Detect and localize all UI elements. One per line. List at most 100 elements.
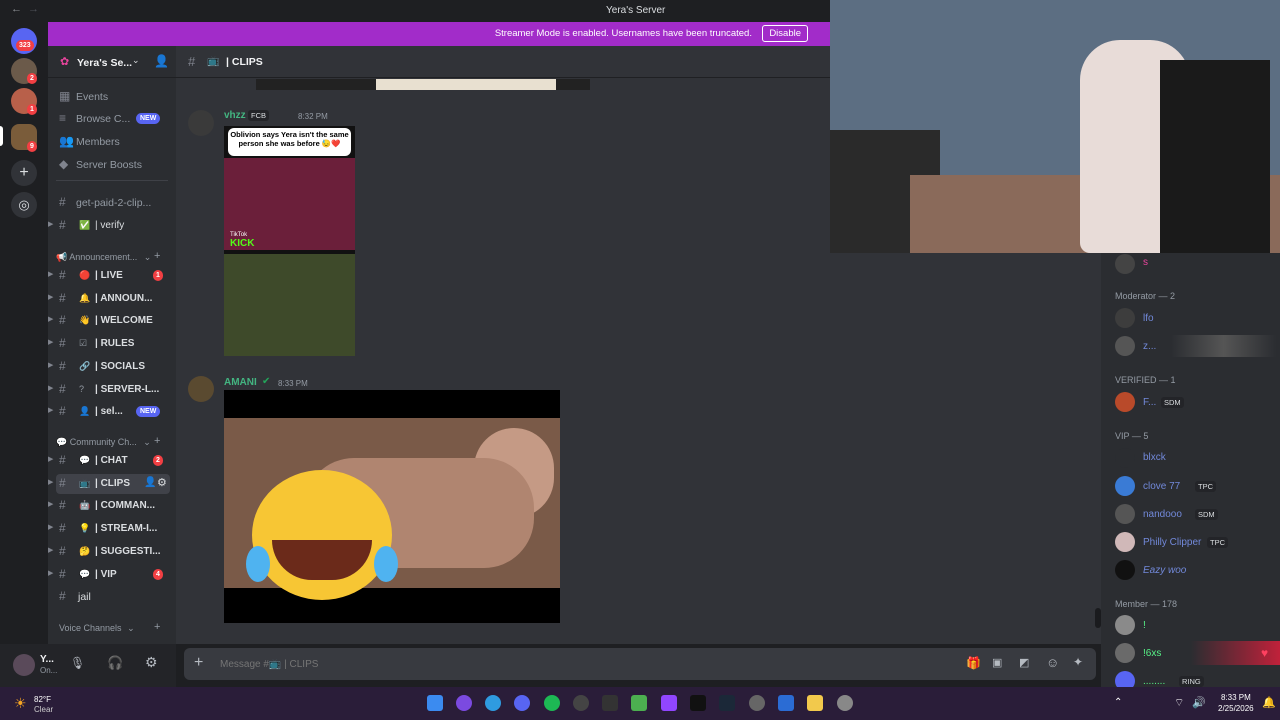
avatar[interactable] [1115, 504, 1135, 524]
message-input[interactable] [220, 656, 720, 672]
browse-channels[interactable]: ≡ Browse C... NEW [56, 109, 170, 129]
add-attachment-icon[interactable]: + [194, 654, 203, 672]
microphone-icon[interactable]: 🎙 [70, 656, 85, 670]
twitch-icon[interactable] [661, 695, 677, 711]
hash-icon: # [59, 566, 66, 581]
member-name[interactable]: Philly Clipper [1143, 537, 1201, 548]
avatar[interactable] [1115, 336, 1135, 356]
sticker-icon[interactable]: ◩ [1019, 656, 1029, 669]
channel-item[interactable]: ▶ #? | SERVER-L... [48, 380, 170, 400]
clock-date[interactable]: 2/25/2026 [1218, 704, 1254, 713]
avatar[interactable] [1115, 671, 1135, 687]
gift-icon[interactable]: 🎁 [966, 656, 981, 670]
member-name[interactable]: nandooo [1143, 509, 1182, 520]
channel-item[interactable]: ▶ # 🤖 | COMMAN... [48, 496, 170, 516]
channel-item[interactable]: ▶ # 🔴 | LIVE 1 [48, 266, 170, 286]
channel-item[interactable]: ▶ # 💡 | STREAM-I... [48, 519, 170, 539]
server-boosts[interactable]: ◆ Server Boosts [56, 155, 170, 175]
channel-item[interactable]: ▶ # 🔗 | SOCIALS [48, 357, 170, 377]
edge-icon[interactable] [485, 695, 501, 711]
member-name[interactable]: F... [1143, 397, 1156, 408]
channel-item[interactable]: ▶ # 💬 | CHAT 2 [48, 451, 170, 471]
gear-icon[interactable]: ⚙ [157, 476, 167, 489]
add-channel-icon[interactable]: + [154, 250, 160, 262]
obs-icon[interactable] [573, 695, 589, 711]
add-member-icon[interactable]: 👤 [154, 54, 169, 68]
avatar[interactable] [1115, 643, 1135, 663]
message-author[interactable]: AMANI [224, 377, 257, 388]
member-name[interactable]: clove 77 [1143, 481, 1180, 492]
channel-jail[interactable]: # jail [56, 587, 170, 607]
file-explorer-icon[interactable] [807, 695, 823, 711]
emoji-icon[interactable]: ☺ [1046, 655, 1059, 670]
apps-icon[interactable]: ✦ [1073, 655, 1083, 669]
hash-icon: # [59, 358, 66, 373]
avatar[interactable] [1115, 254, 1135, 274]
clock-time[interactable]: 8:33 PM [1221, 693, 1251, 702]
avatar[interactable] [1115, 532, 1135, 552]
avatar[interactable] [1115, 615, 1135, 635]
volume-icon[interactable]: 🔊 [1192, 696, 1206, 709]
category-community[interactable]: 💬 Community Ch... ⌄ + [56, 435, 160, 448]
server-events[interactable]: ▦ Events [56, 87, 170, 107]
weather-temp[interactable]: 82°F [34, 695, 51, 704]
avatar[interactable] [188, 376, 214, 402]
add-server-icon[interactable]: + [11, 160, 37, 186]
channel-item[interactable]: ▶ # 🤔 | SUGGESTI... [48, 542, 170, 562]
app-icon[interactable] [749, 695, 765, 711]
compass-icon[interactable]: ◎ [11, 192, 37, 218]
member-name[interactable]: ! [1143, 620, 1146, 631]
avatar[interactable] [1115, 392, 1135, 412]
app-icon[interactable] [778, 695, 794, 711]
disable-button[interactable]: Disable [762, 25, 808, 42]
members-link[interactable]: 👥 Members [56, 132, 170, 152]
category-announcements[interactable]: 📢 Announcement... ⌄ + [56, 250, 160, 263]
member-name[interactable]: blxck [1143, 452, 1166, 463]
discord-icon[interactable] [514, 695, 530, 711]
channel-item[interactable]: ▶ # ☑ | RULES [48, 334, 170, 354]
member-name[interactable]: s [1143, 257, 1148, 268]
avatar[interactable] [1115, 476, 1135, 496]
notification-icon[interactable]: 🔔 [1262, 696, 1276, 709]
video-attachment[interactable] [224, 390, 560, 623]
gear-icon[interactable]: ⚙ [145, 654, 158, 671]
channel-item[interactable]: ▶ # 📺 | CLIPS 👤 ⚙ [48, 473, 170, 494]
member-name[interactable]: !6xs [1143, 648, 1161, 659]
invite-icon[interactable]: 👤 [144, 477, 156, 488]
server-header[interactable]: ✿ Yera's Se... ⌄ 👤 [48, 46, 176, 78]
copilot-icon[interactable] [456, 695, 472, 711]
member-name[interactable]: z... [1143, 341, 1156, 352]
add-channel-icon[interactable]: + [154, 621, 160, 633]
wifi-icon[interactable]: ⌔ [1174, 696, 1184, 710]
headphones-icon[interactable]: 🎧 [107, 655, 123, 671]
arrow-left-icon[interactable]: ← [11, 3, 22, 15]
channel-item[interactable]: ▶ # 💬 | VIP 4 [48, 565, 170, 585]
channel-item[interactable]: ▶ # 👋 | WELCOME [48, 311, 170, 331]
spotify-icon[interactable] [544, 695, 560, 711]
category-voice[interactable]: Voice Channels ⌄ + [59, 621, 160, 634]
member-name[interactable]: ........ [1143, 676, 1165, 687]
capcut-icon[interactable] [690, 695, 706, 711]
member-name[interactable]: lfo [1143, 313, 1154, 324]
start-icon[interactable] [427, 695, 443, 711]
avatar[interactable] [1115, 560, 1135, 580]
epic-games-icon[interactable] [602, 695, 618, 711]
avatar[interactable] [13, 654, 35, 676]
settings-icon[interactable] [837, 695, 853, 711]
member-name[interactable]: Eazy woo [1143, 565, 1186, 576]
channel-item[interactable]: ▶ # 👤 | sel... NEW [48, 402, 170, 422]
minecraft-icon[interactable] [631, 695, 647, 711]
chevron-up-icon[interactable]: ⌃ [1114, 697, 1122, 708]
video-attachment[interactable]: Oblivion says Yera isn't the same person… [224, 126, 355, 356]
avatar[interactable] [1115, 308, 1135, 328]
channel-get-paid[interactable]: # get-paid-2-clip... [56, 193, 170, 213]
message-author[interactable]: vhzz [224, 110, 246, 121]
arrow-right-icon[interactable]: → [28, 3, 39, 15]
gif-icon[interactable]: ▣ [992, 656, 1002, 669]
steam-icon[interactable] [719, 695, 735, 711]
add-channel-icon[interactable]: + [154, 435, 160, 447]
avatar[interactable] [1115, 448, 1135, 468]
avatar[interactable] [188, 110, 214, 136]
channel-item[interactable]: ▶ # 🔔 | ANNOUN... [48, 289, 170, 309]
channel-verify[interactable]: ▶ # ✅ | verify [48, 216, 170, 236]
